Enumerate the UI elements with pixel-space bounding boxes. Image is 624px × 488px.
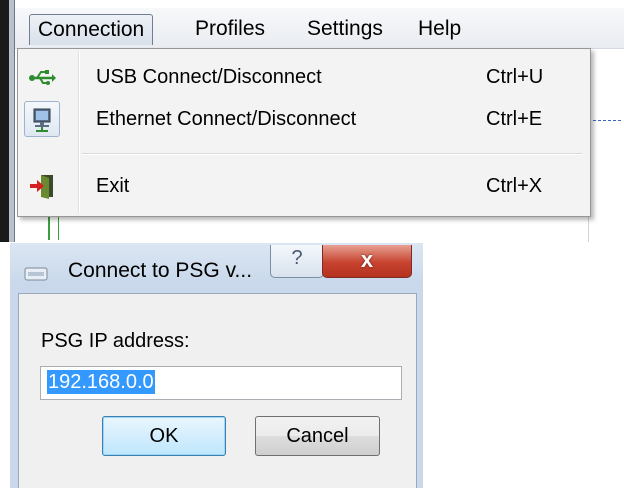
window-icon (24, 267, 48, 281)
close-button[interactable]: x (322, 245, 412, 278)
menu-settings[interactable]: Settings (299, 14, 391, 44)
menu-item-ethernet-connect[interactable]: Ethernet Connect/Disconnect Ctrl+E (20, 99, 588, 139)
background-panel (588, 74, 624, 242)
close-icon: x (360, 247, 374, 272)
dialog-title: Connect to PSG v... (68, 259, 253, 282)
menu-bar: Connection Profiles Settings Help (15, 8, 624, 49)
window-edge (0, 0, 9, 242)
menu-item-shortcut: Ctrl+X (486, 175, 543, 197)
usb-icon (29, 70, 56, 85)
menu-item-label: Exit (96, 175, 130, 197)
menu-connection[interactable]: Connection (29, 14, 154, 45)
ok-button-label: OK (149, 425, 179, 447)
ok-button[interactable]: OK (102, 416, 226, 456)
menu-help[interactable]: Help (410, 14, 469, 44)
network-computer-icon (33, 108, 51, 132)
exit-door-icon (30, 175, 53, 199)
menu-item-label: Ethernet Connect/Disconnect (96, 108, 357, 130)
menu-profiles[interactable]: Profiles (187, 14, 273, 44)
help-button[interactable]: ? (270, 245, 324, 278)
help-icon: ? (291, 247, 303, 269)
menu-item-exit[interactable]: Exit Ctrl+X (20, 166, 588, 206)
menu-item-shortcut: Ctrl+U (486, 66, 544, 88)
menu-item-label: USB Connect/Disconnect (96, 66, 322, 88)
ip-address-input[interactable]: 192.168.0.0 (40, 366, 402, 400)
connection-dropdown-menu: USB Connect/Disconnect Ctrl+U Ethernet C… (17, 48, 591, 217)
background-dashed-line (593, 120, 621, 122)
menu-separator (82, 153, 582, 155)
connect-dialog: Connect to PSG v... ? x PSG IP address: … (10, 243, 423, 488)
menu-item-usb-connect[interactable]: USB Connect/Disconnect Ctrl+U (20, 57, 588, 97)
cancel-button-label: Cancel (286, 425, 349, 447)
ip-address-value: 192.168.0.0 (47, 370, 155, 394)
menu-item-shortcut: Ctrl+E (486, 108, 543, 130)
cancel-button[interactable]: Cancel (255, 416, 380, 456)
ip-address-label: PSG IP address: (41, 330, 190, 352)
dialog-body: PSG IP address: 192.168.0.0 OK Cancel (18, 293, 417, 488)
app-window: Connection Profiles Settings Help USB Co… (0, 0, 624, 242)
